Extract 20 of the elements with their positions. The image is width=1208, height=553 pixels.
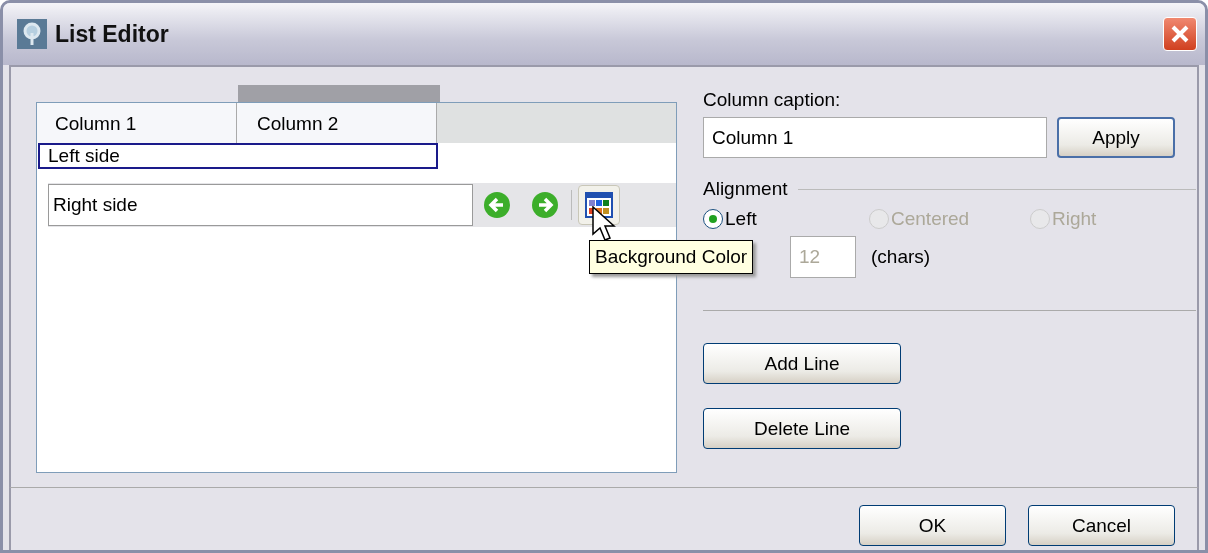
apply-button[interactable]: Apply — [1057, 117, 1175, 158]
caption-label: Column caption: — [703, 89, 842, 111]
radio-button[interactable] — [703, 209, 723, 229]
caption-field[interactable]: Column 1 — [703, 117, 1047, 158]
close-button[interactable] — [1163, 17, 1197, 51]
window-title: List Editor — [55, 20, 170, 48]
tooltip: Background Color — [589, 240, 754, 274]
radio-label[interactable]: Left — [725, 208, 757, 230]
unit-label: (chars) — [871, 246, 931, 268]
dialog-button[interactable]: Cancel — [1028, 505, 1175, 546]
line-button[interactable]: Add Line — [703, 343, 901, 384]
column-header[interactable]: Column 2 — [237, 103, 437, 143]
right-side-field[interactable]: Right side — [48, 184, 473, 226]
mouse-pointer-icon — [592, 206, 616, 242]
left-side-field[interactable]: Left side — [38, 143, 438, 169]
dialog-button[interactable]: OK — [859, 505, 1006, 546]
alignment-label: Alignment — [703, 178, 788, 200]
line-button[interactable]: Delete Line — [703, 408, 901, 449]
column-header[interactable]: Column 1 — [37, 103, 237, 143]
close-icon — [1169, 23, 1191, 45]
